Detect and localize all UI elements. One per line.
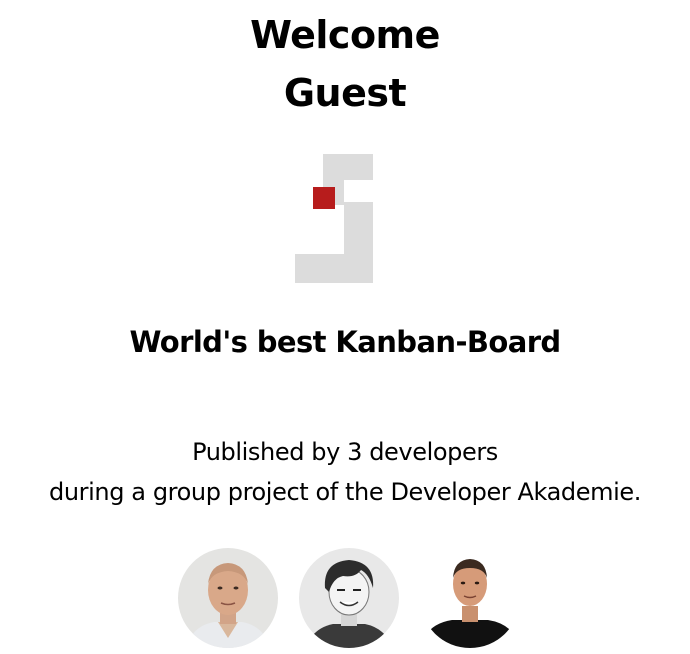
developer-3-avatar[interactable] [420, 548, 520, 648]
developer-avatars [0, 548, 690, 648]
credits-line-1: Published by 3 developers [192, 438, 498, 466]
welcome-line: Welcome [250, 13, 440, 57]
join-logo-icon [292, 150, 382, 288]
developer-2-avatar[interactable] [299, 548, 399, 648]
guest-name: Guest [283, 71, 407, 115]
credits-line-2: during a group project of the Developer … [49, 478, 641, 506]
tagline: World's best Kanban-Board [129, 325, 561, 359]
welcome-heading: Welcome Guest [0, 6, 690, 122]
developer-1-avatar[interactable] [178, 548, 278, 648]
credits-text: Published by 3 developers during a group… [0, 432, 690, 512]
